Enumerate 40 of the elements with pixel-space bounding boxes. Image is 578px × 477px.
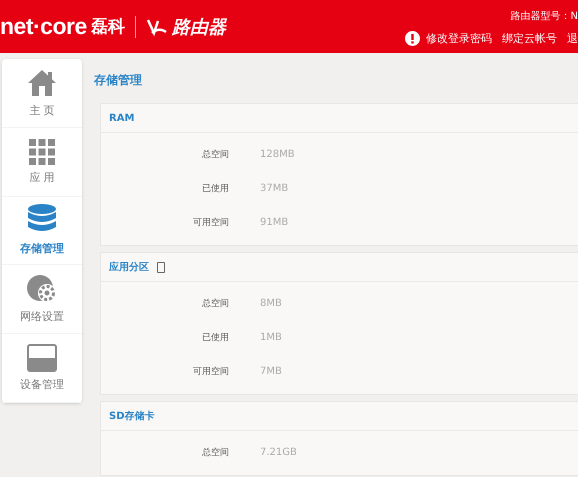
field-label: 总空间 [201,298,229,310]
grid-icon [29,138,55,165]
field-label: 可用空间 [192,366,229,378]
page-title: 存储管理 [94,72,143,89]
router-model-label: 路由器型号：N [510,10,578,23]
brand-name: 磊科 [90,16,125,38]
field-value: 37MB [260,182,288,194]
field-label: 可用空间 [192,216,229,228]
sidebar-item[interactable]: 存储管理 [2,196,82,266]
section-title: 应用分区 [109,260,149,274]
field-value: 1MB [260,332,282,342]
v-logo-icon [146,16,168,36]
header-link[interactable]: 退 [567,31,578,46]
field-label: 总空间 [201,446,229,458]
field-value: 7.21GB [260,446,297,458]
sidebar-item-label: 主 页 [29,102,55,118]
sidebar-item-label: 存储管理 [20,241,64,256]
field-label: 总空间 [201,148,229,160]
section-title: SD存储卡 [109,410,155,423]
field-value: 8MB [260,298,282,308]
house-icon [27,68,57,98]
field-value: 7MB [260,366,282,376]
field-value: 128MB [260,148,295,160]
sidebar-item-label: 应 用 [29,170,55,185]
field-value: 91MB [260,216,288,228]
section-title: RAM [109,112,134,124]
sidebar-item[interactable]: 设备管理 [2,334,82,403]
sidebar-item[interactable]: 应 用 [2,128,82,197]
warning-icon [405,31,420,46]
product-name: 路由器 [172,16,226,38]
brand-logo: net·core [0,13,87,40]
header-link[interactable]: 修改登录密码 [426,31,492,46]
sidebar-item[interactable]: 网络设置 [2,265,82,334]
field-label: 已使用 [201,332,229,344]
field-label: 已使用 [201,182,229,194]
sidebar-item-label: 设备管理 [20,377,64,392]
sidebar-item[interactable]: 主 页 [2,59,82,128]
drive-icon [27,344,57,372]
sidebar-item-label: 网络设置 [20,309,64,324]
header-link[interactable]: 绑定云帐号 [502,31,557,46]
